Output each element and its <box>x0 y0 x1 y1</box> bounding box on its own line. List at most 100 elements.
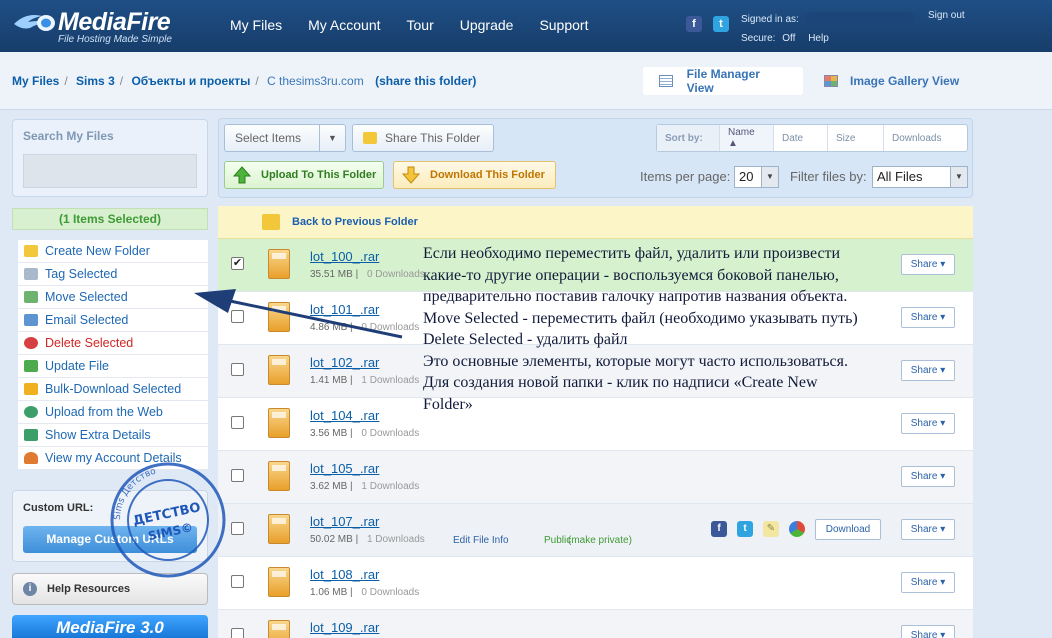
share-button[interactable]: Share ▾ <box>901 466 955 487</box>
row-checkbox[interactable] <box>231 522 244 535</box>
facebook-icon[interactable]: f <box>711 521 727 537</box>
facebook-icon[interactable]: f <box>686 16 702 32</box>
file-meta: 1.06 MB | 0 Downloads <box>310 587 420 598</box>
list-view-icon <box>659 75 673 87</box>
sort-size[interactable]: Size <box>827 125 883 151</box>
secure-value[interactable]: Off <box>782 33 795 44</box>
file-name[interactable]: lot_107_.rar <box>310 514 379 529</box>
make-private-link[interactable]: (make private) <box>568 535 632 546</box>
back-to-previous-folder[interactable]: Back to Previous Folder <box>218 206 973 239</box>
row-checkbox[interactable] <box>231 575 244 588</box>
annotation-line: Если необходимо переместить файл, удалит… <box>423 245 841 262</box>
edit-note-icon[interactable]: ✎ <box>763 521 779 537</box>
download-folder-button[interactable]: Download This Folder <box>393 161 556 189</box>
show-extra-details-action[interactable]: Show Extra Details <box>18 424 208 447</box>
crumb-objects[interactable]: Объекты и проекты <box>131 74 250 88</box>
sort-by-label: Sort by: <box>657 125 719 151</box>
sort-bar: Sort by: Name ▲ Date Size Downloads <box>656 124 968 152</box>
file-name[interactable]: lot_108_.rar <box>310 567 379 582</box>
row-checkbox[interactable] <box>231 628 244 638</box>
file-name[interactable]: lot_105_.rar <box>310 461 379 476</box>
nav-support[interactable]: Support <box>539 17 588 33</box>
search-input[interactable] <box>23 154 197 188</box>
chevron-down-icon: ▼ <box>950 167 967 187</box>
archive-file-icon <box>268 461 290 491</box>
share-button[interactable]: Share ▾ <box>901 572 955 593</box>
chevron-down-icon: ▼ <box>319 125 345 151</box>
archive-file-icon <box>268 620 290 638</box>
file-manager-view-button[interactable]: File Manager View <box>643 67 803 95</box>
sort-downloads[interactable]: Downloads <box>883 125 967 151</box>
file-size: 1.41 MB <box>310 375 348 386</box>
crumb-my-files[interactable]: My Files <box>12 74 59 88</box>
sign-out-link[interactable]: Sign out <box>928 10 965 21</box>
download-button[interactable]: Download <box>815 519 881 540</box>
select-items-label: Select Items <box>235 131 302 145</box>
sort-name[interactable]: Name ▲ <box>719 125 773 151</box>
top-header: MediaFire File Hosting Made Simple My Fi… <box>0 0 1052 52</box>
share-folder-icon <box>363 132 377 144</box>
nav-my-account[interactable]: My Account <box>308 17 380 33</box>
mediafire-promo-banner[interactable]: MediaFire 3.0 <box>12 615 208 638</box>
upload-label: Upload To This Folder <box>261 169 377 181</box>
annotation-line: Для создания новой папки - клик по надпи… <box>423 374 818 391</box>
file-toolbar: Select Items ▼ Share This Folder Sort by… <box>218 118 973 198</box>
email-selected-action[interactable]: Email Selected <box>18 309 208 332</box>
share-this-folder-label: Share This Folder <box>385 131 481 145</box>
file-downloads: 1 Downloads <box>361 375 420 386</box>
share-this-folder-button[interactable]: Share This Folder <box>352 124 494 152</box>
select-items-dropdown[interactable]: Select Items ▼ <box>224 124 346 152</box>
tag-icon <box>24 268 38 280</box>
move-selected-action[interactable]: Move Selected <box>18 286 208 309</box>
file-name[interactable]: lot_102_.rar <box>310 355 379 370</box>
row-checkbox[interactable] <box>231 363 244 376</box>
annotation-line: Folder» <box>423 395 473 413</box>
upload-from-web-action[interactable]: Upload from the Web <box>18 401 208 424</box>
selection-status: (1 Items Selected) <box>12 208 208 230</box>
action-label: Show Extra Details <box>45 428 151 442</box>
share-button[interactable]: Share ▾ <box>901 519 955 540</box>
file-size: 35.51 MB <box>310 269 353 280</box>
create-new-folder-action[interactable]: Create New Folder <box>18 240 208 263</box>
action-label: Upload from the Web <box>45 405 163 419</box>
upload-to-folder-button[interactable]: Upload To This Folder <box>224 161 384 189</box>
filter-value: All Files <box>877 169 923 184</box>
image-gallery-view-label: Image Gallery View <box>850 74 960 88</box>
annotation-line: предварительно поставив галочку напротив… <box>423 288 848 305</box>
file-name[interactable]: lot_104_.rar <box>310 408 379 423</box>
items-per-page-select[interactable]: 20 ▼ <box>734 166 779 188</box>
gallery-view-icon <box>824 75 838 87</box>
row-checkbox[interactable] <box>231 416 244 429</box>
action-label: Move Selected <box>45 290 128 304</box>
row-checkbox[interactable] <box>231 469 244 482</box>
share-wheel-icon[interactable] <box>789 521 805 537</box>
share-button[interactable]: Share ▾ <box>901 625 955 638</box>
nav-my-files[interactable]: My Files <box>230 17 282 33</box>
search-panel: Search My Files <box>12 119 208 197</box>
file-name[interactable]: lot_100_.rar <box>310 249 379 264</box>
file-name[interactable]: lot_109_.rar <box>310 620 379 635</box>
bulk-download-action[interactable]: Bulk-Download Selected <box>18 378 208 401</box>
twitter-icon[interactable]: t <box>737 521 753 537</box>
mediafire-logo[interactable]: MediaFire File Hosting Made Simple <box>12 8 202 46</box>
help-link[interactable]: Help <box>808 33 829 44</box>
filter-select[interactable]: All Files ▼ <box>872 166 968 188</box>
action-label: Create New Folder <box>45 244 150 258</box>
annotation-text: Если необходимо переместить файл, удалит… <box>423 243 923 415</box>
crumb-current: C thesims3ru.com <box>267 74 364 88</box>
action-label: Email Selected <box>45 313 129 327</box>
nav-upgrade[interactable]: Upgrade <box>460 17 514 33</box>
twitter-icon[interactable]: t <box>713 16 729 32</box>
share-button[interactable]: Share ▾ <box>901 413 955 434</box>
edit-file-info-link[interactable]: Edit File Info <box>453 535 509 546</box>
nav-tour[interactable]: Tour <box>407 17 434 33</box>
tag-selected-action[interactable]: Tag Selected <box>18 263 208 286</box>
delete-selected-action[interactable]: Delete Selected <box>18 332 208 355</box>
crumb-sims3[interactable]: Sims 3 <box>76 74 115 88</box>
image-gallery-view-button[interactable]: Image Gallery View <box>824 67 959 95</box>
share-folder-link[interactable]: (share this folder) <box>375 74 476 88</box>
move-icon <box>24 291 38 303</box>
row-checkbox[interactable]: ✔ <box>231 257 244 270</box>
update-file-action[interactable]: Update File <box>18 355 208 378</box>
sort-date[interactable]: Date <box>773 125 827 151</box>
